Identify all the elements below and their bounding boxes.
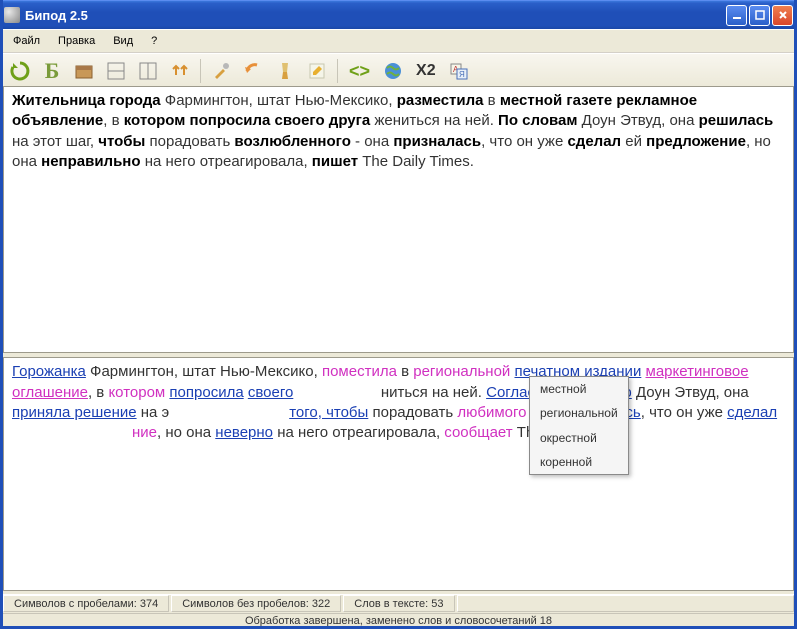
x2-button[interactable]: X2 [411, 57, 441, 85]
angle-brackets-button[interactable]: <> [344, 57, 375, 85]
close-button[interactable] [772, 5, 793, 26]
synonym-link[interactable]: того, чтобы [289, 404, 368, 421]
toolbar-separator [337, 59, 338, 83]
text: в [484, 92, 500, 109]
text-strong: По словам [498, 112, 577, 129]
undo-button[interactable] [239, 57, 267, 85]
toolbar-separator [200, 59, 201, 83]
status-chars-spaces: Символов с пробелами: 374 [3, 595, 169, 612]
source-text-pane[interactable]: Жительница города Фармингтон, штат Нью-М… [3, 86, 794, 353]
statusbar-process: Обработка завершена, заменено слов и сло… [3, 613, 794, 629]
text-strong: предложение [646, 133, 746, 150]
text: , что он уже [481, 133, 567, 150]
synonym-word[interactable]: котором [108, 384, 165, 401]
menu-view[interactable]: Вид [106, 33, 140, 49]
menu-help[interactable]: ? [144, 33, 164, 49]
text: , но она [157, 424, 215, 441]
globe-button[interactable] [379, 57, 407, 85]
text: в [397, 363, 413, 380]
context-menu-item[interactable]: коренной [530, 450, 628, 474]
svg-text:Я: Я [459, 70, 465, 79]
statusbar: Символов с пробелами: 374 Символов без п… [3, 594, 794, 612]
text: , в [103, 112, 123, 129]
text: , что он уже [641, 404, 727, 421]
menubar: Файл Правка Вид ? [0, 29, 797, 53]
status-chars-nospaces: Символов без пробелов: 322 [171, 595, 341, 612]
text: Фармингтон, штат Нью-Мексико, [161, 92, 397, 109]
text: порадовать [368, 404, 457, 421]
synonym-word[interactable]: сообщает [444, 424, 512, 441]
window-buttons [726, 5, 793, 26]
status-word-count: Слов в тексте: 53 [343, 595, 454, 612]
refresh-button[interactable] [6, 57, 34, 85]
text-strong: возлюбленного [234, 133, 350, 150]
text: Доун Этвуд, она [632, 384, 749, 401]
status-process-text: Обработка завершена, заменено слов и сло… [245, 615, 552, 627]
synonym-word[interactable]: ние [132, 424, 157, 441]
synonym-link[interactable]: приняла решение [12, 404, 137, 421]
synonym-link[interactable]: неверно [215, 424, 273, 441]
brush-button[interactable] [271, 57, 299, 85]
window-title: Бипод 2.5 [25, 8, 726, 23]
maximize-button[interactable] [749, 5, 770, 26]
toolbar: Б <> X2 AЯ [0, 53, 797, 89]
text: ниться на ней. [293, 384, 486, 401]
menu-edit[interactable]: Правка [51, 33, 102, 49]
text-strong: решилась [699, 112, 774, 129]
text: Доун Этвуд, она [577, 112, 698, 129]
context-menu-item[interactable]: региональной [530, 401, 628, 425]
text: на этот шаг, [12, 133, 98, 150]
synonym-word[interactable]: региональной [413, 363, 510, 380]
translate-button[interactable]: AЯ [445, 57, 473, 85]
client-area: Жительница города Фармингтон, штат Нью-М… [3, 86, 794, 591]
text: - она [351, 133, 393, 150]
text: , в [88, 384, 108, 401]
text-strong: Жительница города [12, 92, 161, 109]
synonym-link[interactable]: своего [248, 384, 293, 401]
synonym-link[interactable]: Горожанка [12, 363, 86, 380]
text-strong: неправильно [41, 153, 140, 170]
status-filler [457, 595, 794, 612]
tools-button[interactable] [207, 57, 235, 85]
text-strong: разместила [397, 92, 484, 109]
text-strong: котором попросила своего друга [124, 112, 370, 129]
text: The Daily Times. [358, 153, 474, 170]
titlebar: Бипод 2.5 [0, 0, 797, 29]
edit-button[interactable] [303, 57, 331, 85]
split-horizontal-button[interactable] [102, 57, 130, 85]
synonym-context-menu: местной региональной окрестной коренной [529, 376, 629, 475]
bold-b-button[interactable]: Б [38, 57, 66, 85]
context-menu-item[interactable]: окрестной [530, 426, 628, 450]
text: на э [137, 404, 170, 421]
synonym-word[interactable]: любимого [457, 404, 526, 421]
synonym-link[interactable]: попросила [169, 384, 243, 401]
text-strong: сделал [567, 133, 621, 150]
split-vertical-button[interactable] [134, 57, 162, 85]
text: Фармингтон, штат Нью-Мексико, [86, 363, 322, 380]
text: порадовать [145, 133, 234, 150]
text: жениться на ней. [370, 112, 498, 129]
minimize-button[interactable] [726, 5, 747, 26]
menu-file[interactable]: Файл [6, 33, 47, 49]
result-text-pane[interactable]: Горожанка Фармингтон, штат Нью-Мексико, … [3, 357, 794, 591]
app-icon [4, 7, 20, 23]
synonym-link[interactable]: сделал [727, 404, 777, 421]
text-strong: чтобы [98, 133, 145, 150]
arrows-up-button[interactable] [166, 57, 194, 85]
text: на него отреагировала, [141, 153, 312, 170]
context-menu-item[interactable]: местной [530, 377, 628, 401]
text-strong: пишет [312, 153, 358, 170]
text-strong: призналась [393, 133, 481, 150]
synonym-word[interactable]: поместила [322, 363, 397, 380]
text: на него отреагировала, [273, 424, 444, 441]
box-button[interactable] [70, 57, 98, 85]
text: ей [621, 133, 646, 150]
